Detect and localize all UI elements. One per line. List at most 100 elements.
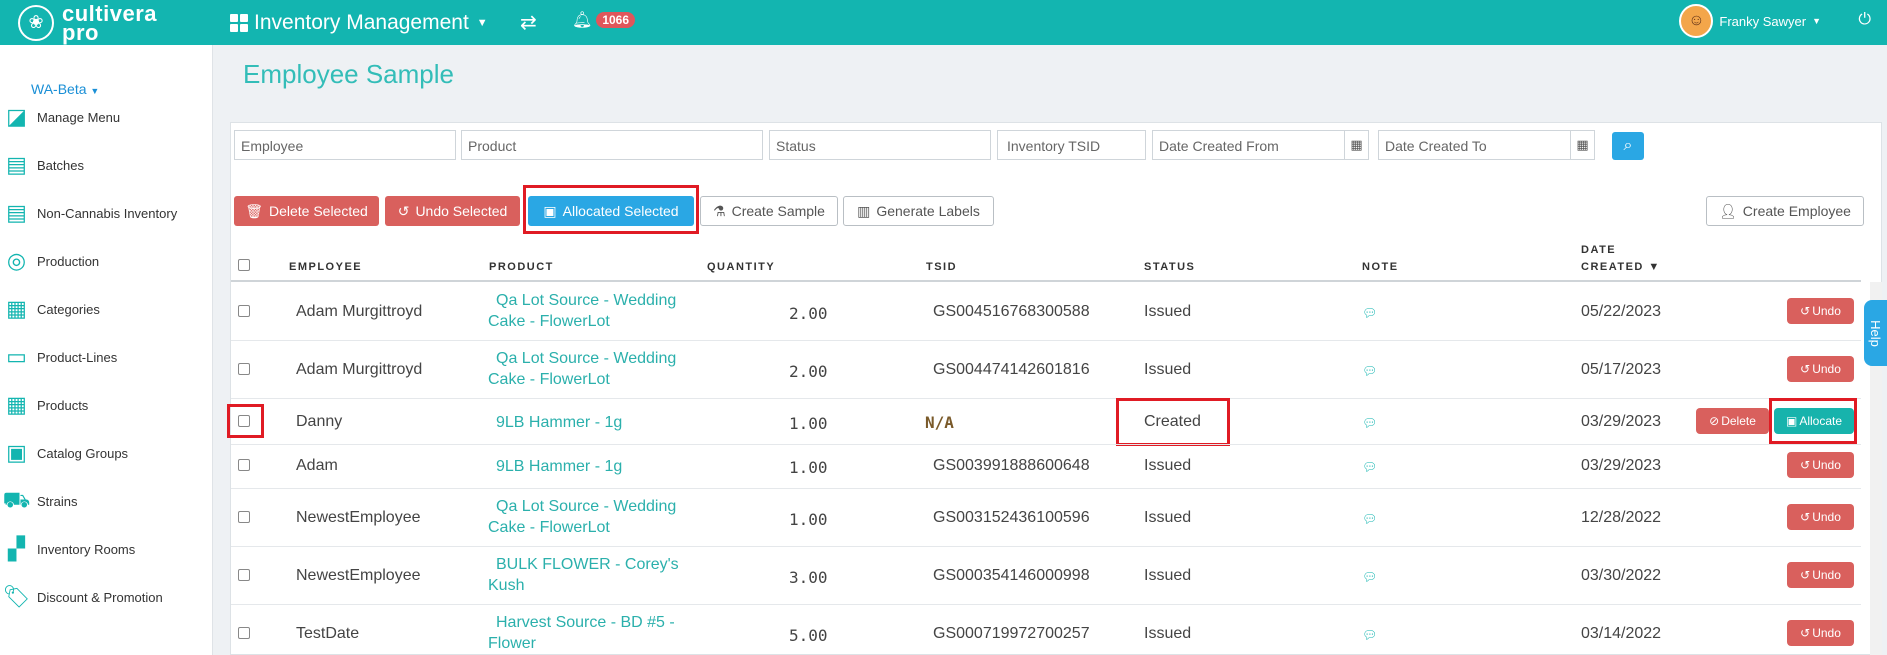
undo-button[interactable]: ↺ Undo bbox=[1787, 298, 1854, 324]
help-tab[interactable]: Help bbox=[1864, 300, 1887, 366]
calendar-icon[interactable]: ▦ bbox=[1345, 130, 1369, 160]
sidebar-item-non-cannabis-inventory[interactable]: ▤ Non-Cannabis Inventory bbox=[0, 193, 213, 233]
status-cell: Issued bbox=[1144, 625, 1192, 642]
sidebar-item-inventory-rooms[interactable]: ▞ Inventory Rooms bbox=[0, 529, 213, 569]
barcode-icon: ▥ bbox=[857, 202, 871, 219]
dashboard-grid-icon bbox=[230, 13, 248, 32]
date-from-field[interactable]: Date Created From bbox=[1152, 130, 1345, 160]
sidebar-item-catalog-groups[interactable]: ▣ Catalog Groups bbox=[0, 433, 213, 473]
product-link[interactable]: Qa Lot Source - Wedding Cake - FlowerLot bbox=[488, 348, 676, 390]
create-sample-button[interactable]: ⚗ Create Sample bbox=[700, 196, 838, 226]
sidebar-item-product-lines[interactable]: ▭ Product-Lines bbox=[0, 337, 213, 377]
notifications-button[interactable]: 🔔︎ 1066 bbox=[572, 10, 636, 30]
product-filter[interactable]: Product bbox=[461, 130, 763, 160]
date-cell: 03/29/2023 bbox=[1581, 413, 1662, 430]
select-all-checkbox[interactable] bbox=[238, 259, 250, 271]
undo-button[interactable]: ↺ Undo bbox=[1787, 620, 1854, 646]
module-dropdown[interactable]: Inventory Management ▼ bbox=[230, 0, 488, 45]
chevron-down-icon: ▼ bbox=[1812, 16, 1821, 26]
product-line2: Cake - FlowerLot bbox=[488, 371, 610, 388]
sidebar-item-manage-menu[interactable]: ◪ Manage Menu bbox=[0, 97, 213, 137]
rooms-icon: ▞ bbox=[8, 536, 25, 561]
tsid-filter[interactable]: Inventory TSID bbox=[997, 130, 1146, 160]
column-header-date-created[interactable]: CREATED ▼ bbox=[1581, 261, 1661, 273]
highlight-box bbox=[227, 404, 264, 438]
user-name: Franky Sawyer bbox=[1719, 13, 1807, 29]
column-header-product[interactable]: PRODUCT bbox=[489, 261, 554, 273]
column-header-tsid[interactable]: TSID bbox=[926, 261, 957, 273]
column-header-note[interactable]: NOTE bbox=[1362, 261, 1399, 273]
row-checkbox[interactable] bbox=[238, 569, 250, 581]
product-link[interactable]: Harvest Source - BD #5 - Flower bbox=[488, 612, 675, 654]
undo-button[interactable]: ↺ Undo bbox=[1787, 356, 1854, 382]
row-checkbox[interactable] bbox=[238, 627, 250, 639]
column-header-date-line1[interactable]: DATE bbox=[1581, 244, 1616, 256]
tsid-cell: GS004516768300588 bbox=[933, 303, 1090, 320]
comment-icon[interactable]: 💬︎ bbox=[1362, 460, 1377, 474]
undo-button[interactable]: ↺ Undo bbox=[1787, 452, 1854, 478]
undo-selected-button[interactable]: ↺ Undo Selected bbox=[385, 196, 520, 226]
catalog-icon: ▣ bbox=[6, 440, 27, 465]
comment-icon[interactable]: 💬︎ bbox=[1362, 628, 1377, 642]
employee-filter[interactable]: Employee bbox=[234, 130, 456, 160]
quantity-cell: 1.00 bbox=[789, 458, 828, 477]
search-button[interactable]: ⌕ bbox=[1612, 132, 1644, 160]
product-line1: Qa Lot Source - Wedding bbox=[496, 292, 677, 309]
product-link[interactable]: Qa Lot Source - Wedding Cake - FlowerLot bbox=[488, 496, 676, 538]
quantity-cell: 3.00 bbox=[789, 568, 828, 587]
sidebar-item-label: Strains bbox=[37, 493, 78, 509]
logo-icon: ❀ bbox=[18, 4, 54, 41]
product-link[interactable]: 9LB Hammer - 1g bbox=[496, 412, 622, 433]
employee-cell: TestDate bbox=[296, 625, 360, 642]
row-checkbox[interactable] bbox=[238, 511, 250, 523]
undo-button[interactable]: ↺ Undo bbox=[1787, 504, 1854, 530]
user-menu[interactable]: ☺ Franky Sawyer ▼ bbox=[1679, 4, 1821, 38]
status-filter[interactable]: Status bbox=[769, 130, 991, 160]
comment-icon[interactable]: 💬︎ bbox=[1362, 512, 1377, 526]
date-cell: 03/29/2023 bbox=[1581, 457, 1662, 474]
sidebar-item-products[interactable]: ▦ Products bbox=[0, 385, 213, 425]
column-header-quantity[interactable]: QUANTITY bbox=[707, 261, 775, 273]
generate-labels-button[interactable]: ▥ Generate Labels bbox=[843, 196, 994, 226]
logo[interactable]: ❀ cultivera pro bbox=[18, 2, 157, 43]
row-divider bbox=[231, 604, 1861, 605]
sidebar-item-label: Categories bbox=[37, 301, 100, 317]
swap-icon[interactable]: ⇄ bbox=[520, 10, 537, 35]
sidebar-item-production[interactable]: ◎ Production bbox=[0, 241, 213, 281]
product-line1: BULK FLOWER - Corey's bbox=[496, 556, 679, 573]
column-header-employee[interactable]: EMPLOYEE bbox=[289, 261, 362, 273]
row-checkbox[interactable] bbox=[238, 459, 250, 471]
date-to-field[interactable]: Date Created To bbox=[1378, 130, 1571, 160]
product-line1: Harvest Source - BD #5 - bbox=[496, 614, 675, 631]
comment-icon[interactable]: 💬︎ bbox=[1362, 570, 1377, 584]
delete-selected-button[interactable]: 🗑︎ Delete Selected bbox=[234, 196, 379, 226]
menu-icon: ◪ bbox=[6, 104, 27, 129]
comment-icon[interactable]: 💬︎ bbox=[1362, 306, 1377, 320]
date-cell: 03/30/2022 bbox=[1581, 567, 1662, 584]
top-bar: ❀ cultivera pro Inventory Management ▼ ⇄… bbox=[0, 0, 1887, 45]
product-link[interactable]: Qa Lot Source - Wedding Cake - FlowerLot bbox=[488, 290, 676, 332]
sidebar-item-batches[interactable]: ▤ Batches bbox=[0, 145, 213, 185]
undo-button[interactable]: ↺ Undo bbox=[1787, 562, 1854, 588]
date-cell: 12/28/2022 bbox=[1581, 509, 1662, 526]
sidebar-item-categories[interactable]: ▦ Categories bbox=[0, 289, 213, 329]
row-checkbox[interactable] bbox=[238, 363, 250, 375]
comment-icon[interactable]: 💬︎ bbox=[1362, 364, 1377, 378]
environment-selector[interactable]: WA-Beta ▼ bbox=[31, 81, 99, 97]
row-checkbox[interactable] bbox=[238, 305, 250, 317]
product-link[interactable]: BULK FLOWER - Corey's Kush bbox=[488, 554, 679, 596]
sidebar-item-label: Product-Lines bbox=[37, 349, 118, 365]
undo-icon: ↺ bbox=[1800, 458, 1811, 472]
product-link[interactable]: 9LB Hammer - 1g bbox=[496, 456, 622, 477]
comment-icon[interactable]: 💬︎ bbox=[1362, 416, 1377, 430]
sidebar-item-discount-promotion[interactable]: 🏷︎ Discount & Promotion bbox=[0, 577, 213, 617]
sidebar-item-strains[interactable]: ⛟ Strains bbox=[0, 481, 213, 521]
calendar-icon[interactable]: ▦ bbox=[1571, 130, 1595, 160]
create-employee-button[interactable]: 👤︎ Create Employee bbox=[1706, 196, 1864, 226]
power-icon[interactable]: ⏻ bbox=[1858, 11, 1871, 29]
delete-button[interactable]: ⊘ Delete bbox=[1696, 408, 1769, 434]
column-header-status[interactable]: STATUS bbox=[1144, 261, 1195, 273]
employee-cell: NewestEmployee bbox=[296, 567, 421, 584]
undo-icon: ↺ bbox=[1800, 568, 1811, 582]
sidebar-item-label: Products bbox=[37, 397, 89, 413]
